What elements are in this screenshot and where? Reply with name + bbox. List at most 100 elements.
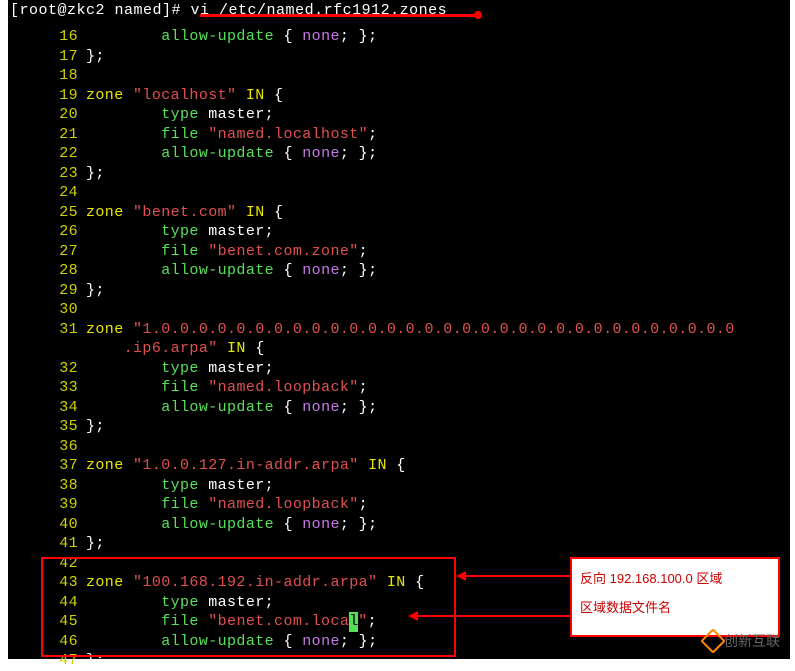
line-number: 39 — [8, 495, 86, 515]
line-number: 19 — [8, 86, 86, 106]
code-line[interactable]: 21 file "named.localhost"; — [8, 125, 790, 145]
line-content: type master; — [86, 593, 274, 613]
line-content: zone "1.0.0.127.in-addr.arpa" IN { — [86, 456, 406, 476]
code-line[interactable]: 16 allow-update { none; }; — [8, 27, 790, 47]
line-number: 45 — [8, 612, 86, 632]
code-line[interactable]: 17}; — [8, 47, 790, 67]
line-number: 28 — [8, 261, 86, 281]
line-content: file "named.loopback"; — [86, 495, 368, 515]
line-content: file "named.loopback"; — [86, 378, 368, 398]
code-line[interactable]: 41}; — [8, 534, 790, 554]
code-line[interactable]: 26 type master; — [8, 222, 790, 242]
line-content: allow-update { none; }; — [86, 144, 377, 164]
line-number: 29 — [8, 281, 86, 301]
annotation-arrow-1-line — [464, 575, 570, 577]
command-underline-annotation — [200, 14, 480, 17]
line-content: file "benet.com.zone"; — [86, 242, 368, 262]
prompt-user-host: [root@zkc2 named]# — [10, 2, 181, 19]
line-content: zone "1.0.0.0.0.0.0.0.0.0.0.0.0.0.0.0.0.… — [86, 320, 735, 340]
code-line[interactable]: 23}; — [8, 164, 790, 184]
line-number: 32 — [8, 359, 86, 379]
annotation-arrow-1-head — [456, 571, 466, 581]
watermark-logo-icon — [702, 632, 720, 650]
line-content: }; — [86, 281, 105, 301]
line-number: 22 — [8, 144, 86, 164]
line-number: 24 — [8, 183, 86, 203]
line-number: 41 — [8, 534, 86, 554]
code-line[interactable]: 28 allow-update { none; }; — [8, 261, 790, 281]
watermark-text: 创新互联 — [724, 631, 780, 651]
code-line[interactable]: 39 file "named.loopback"; — [8, 495, 790, 515]
line-number: 18 — [8, 66, 86, 86]
code-line[interactable]: 35}; — [8, 417, 790, 437]
line-number — [8, 339, 86, 359]
line-content: type master; — [86, 105, 274, 125]
shell-prompt-line: [root@zkc2 named]# vi /etc/named.rfc1912… — [8, 0, 790, 21]
line-number: 38 — [8, 476, 86, 496]
code-line[interactable]: 32 type master; — [8, 359, 790, 379]
line-number: 16 — [8, 27, 86, 47]
line-content: .ip6.arpa" IN { — [86, 339, 265, 359]
line-content: file "named.localhost"; — [86, 125, 377, 145]
line-number: 42 — [8, 554, 86, 574]
line-number: 26 — [8, 222, 86, 242]
line-content: zone "benet.com" IN { — [86, 203, 283, 223]
line-content: }; — [86, 417, 105, 437]
line-number: 20 — [8, 105, 86, 125]
code-line[interactable]: 40 allow-update { none; }; — [8, 515, 790, 535]
line-content: }; — [86, 651, 105, 671]
code-line[interactable]: .ip6.arpa" IN { — [8, 339, 790, 359]
line-content: allow-update { none; }; — [86, 261, 377, 281]
line-content: }; — [86, 164, 105, 184]
code-line[interactable]: 30 — [8, 300, 790, 320]
code-line[interactable]: 25zone "benet.com" IN { — [8, 203, 790, 223]
annotation-arrow-2-line — [416, 615, 570, 617]
code-line[interactable]: 33 file "named.loopback"; — [8, 378, 790, 398]
code-line[interactable]: 18 — [8, 66, 790, 86]
code-line[interactable]: 31zone "1.0.0.0.0.0.0.0.0.0.0.0.0.0.0.0.… — [8, 320, 790, 340]
line-content: }; — [86, 534, 105, 554]
code-line[interactable]: 36 — [8, 437, 790, 457]
line-content: allow-update { none; }; — [86, 398, 377, 418]
terminal-window[interactable]: [root@zkc2 named]# vi /etc/named.rfc1912… — [8, 0, 790, 659]
code-line[interactable]: 47}; — [8, 651, 790, 671]
line-number: 33 — [8, 378, 86, 398]
line-number: 27 — [8, 242, 86, 262]
line-number: 47 — [8, 651, 86, 671]
line-content: zone "100.168.192.in-addr.arpa" IN { — [86, 573, 425, 593]
annotation-text-1: 反向 192.168.100.0 区域 — [580, 565, 770, 594]
line-content: allow-update { none; }; — [86, 515, 377, 535]
command-underline-dot — [474, 11, 482, 19]
code-line[interactable]: 24 — [8, 183, 790, 203]
line-number: 30 — [8, 300, 86, 320]
line-content: allow-update { none; }; — [86, 27, 377, 47]
line-number: 40 — [8, 515, 86, 535]
line-number: 34 — [8, 398, 86, 418]
line-number: 17 — [8, 47, 86, 67]
line-number: 37 — [8, 456, 86, 476]
line-number: 46 — [8, 632, 86, 652]
line-content: type master; — [86, 359, 274, 379]
code-line[interactable]: 27 file "benet.com.zone"; — [8, 242, 790, 262]
code-line[interactable]: 38 type master; — [8, 476, 790, 496]
line-content: allow-update { none; }; — [86, 632, 377, 652]
line-content: type master; — [86, 222, 274, 242]
annotation-text-2: 区域数据文件名 — [580, 594, 770, 623]
line-number: 44 — [8, 593, 86, 613]
line-content: zone "localhost" IN { — [86, 86, 283, 106]
code-line[interactable]: 34 allow-update { none; }; — [8, 398, 790, 418]
line-number: 31 — [8, 320, 86, 340]
annotation-arrow-2-head — [408, 611, 418, 621]
line-number: 21 — [8, 125, 86, 145]
line-number: 43 — [8, 573, 86, 593]
code-line[interactable]: 22 allow-update { none; }; — [8, 144, 790, 164]
line-number: 36 — [8, 437, 86, 457]
line-content: type master; — [86, 476, 274, 496]
code-line[interactable]: 29}; — [8, 281, 790, 301]
line-number: 25 — [8, 203, 86, 223]
code-line[interactable]: 37zone "1.0.0.127.in-addr.arpa" IN { — [8, 456, 790, 476]
watermark: 创新互联 — [702, 631, 780, 651]
code-line[interactable]: 20 type master; — [8, 105, 790, 125]
line-number: 23 — [8, 164, 86, 184]
code-line[interactable]: 19zone "localhost" IN { — [8, 86, 790, 106]
